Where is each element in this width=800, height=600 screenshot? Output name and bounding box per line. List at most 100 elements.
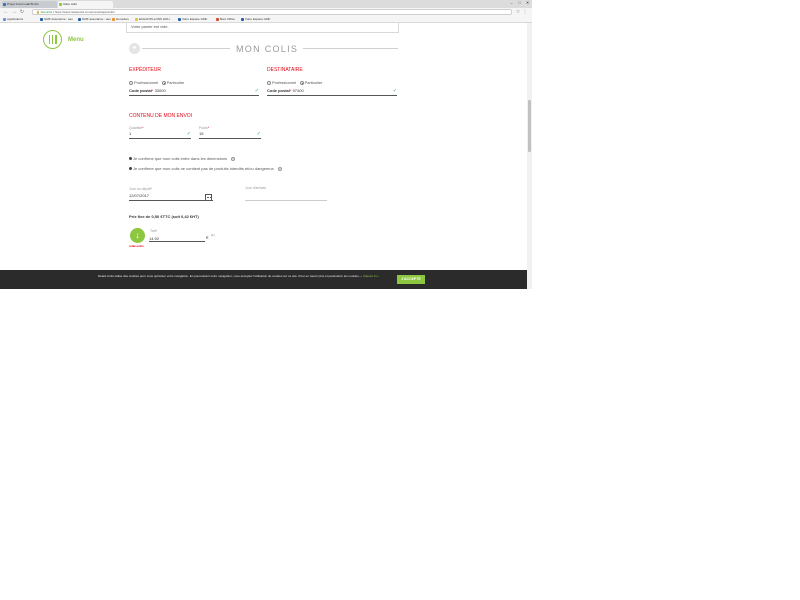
bookmark-label: Votre Espace GMF: [182, 17, 208, 21]
url-text: https://www.relaiscolis.com/envoi/etape/…: [54, 10, 115, 14]
expediteur-postal-field[interactable]: Code postal* 33000 ✓: [129, 88, 259, 96]
bookmark-label: Applications: [7, 17, 24, 21]
quantity-input[interactable]: 1 ✓: [129, 131, 191, 139]
valid-check-icon: ✓: [254, 88, 259, 94]
bookmark-item[interactable]: Buro Office: [216, 17, 235, 22]
tab-label: Votre colis: [63, 2, 77, 6]
cookie-text: Relais Colis utilise des cookies pour vo…: [98, 274, 394, 278]
forward-icon[interactable]: →: [11, 9, 17, 15]
bookmark-item[interactable]: Applications: [3, 17, 23, 22]
office-icon: [216, 18, 219, 21]
secure-label: Sécurisé: [40, 10, 53, 14]
accept-cookies-button[interactable]: J'ACCEPTE: [397, 275, 425, 284]
weight-input[interactable]: 15 ✓: [199, 131, 261, 139]
apps-icon: [3, 18, 6, 21]
folder-icon: [135, 18, 138, 21]
destinataire-type: Professionnel Particulier: [267, 80, 322, 85]
bookmark-label: Votre Espace GMF: [245, 17, 271, 21]
gmf-icon: [178, 18, 181, 21]
browser-window: Projet Intermodal Bi-Mo Votre colis – □ …: [0, 0, 532, 289]
radio-professionnel[interactable]: [129, 80, 133, 85]
tarif-value: 14.92: [149, 236, 160, 241]
scrollbar-thumb[interactable]: [528, 100, 531, 152]
contenu-heading: CONTENU DE MON ENVOI: [129, 113, 193, 119]
homebox-icon: [112, 18, 115, 21]
field-label: Code postal: [267, 88, 290, 93]
ack-dimensions[interactable]: Je confirme que mon colis entre dans les…: [129, 156, 236, 161]
menu-bars-icon: [49, 35, 51, 44]
gmf-icon: [78, 18, 81, 21]
reload-icon[interactable]: ↻: [19, 9, 25, 15]
cart-summary: Votre panier est vide.: [126, 23, 399, 33]
minimize-icon[interactable]: –: [508, 0, 515, 6]
menu-label[interactable]: Menu: [68, 37, 84, 43]
bookmark-label: GMF assurance : asu: [82, 17, 111, 21]
bookmark-item[interactable]: GMF Assurance : asu: [40, 17, 73, 22]
maximize-icon[interactable]: □: [516, 0, 523, 6]
divider: [303, 48, 398, 49]
bookmark-item[interactable]: Votre Espace GMF: [241, 17, 270, 22]
divider: [142, 48, 230, 49]
scrollbar[interactable]: [527, 23, 532, 289]
bookmark-item[interactable]: GMF assurance : asu: [78, 17, 111, 22]
tab-favicon-icon: [59, 3, 62, 6]
menu-bars-icon: [55, 35, 57, 44]
weight-label: Poids*: [199, 126, 210, 130]
quantity-label-text: Quantité: [129, 126, 143, 130]
browser-menu-icon[interactable]: ⋮: [522, 9, 528, 15]
radio-label: Professionnel: [272, 80, 297, 85]
radio-label: Particulier: [166, 80, 185, 85]
weight-label-text: Poids: [199, 126, 208, 130]
field-value: 15: [199, 131, 204, 136]
radio-label: Professionnel: [134, 80, 159, 85]
bookmark-label: GMF Assurance : asu: [44, 17, 73, 21]
bookmark-item[interactable]: Homebox: [112, 17, 129, 22]
bookmark-item[interactable]: Votre Espace GMF: [178, 17, 207, 22]
help-icon[interactable]: ?: [231, 157, 236, 161]
valid-check-icon: ✓: [392, 88, 397, 94]
radio-professionnel[interactable]: [267, 80, 271, 85]
price-line: Prix fixe de 0,50 €TTC (soit 0,42 €HT): [129, 214, 199, 219]
bookmark-star-icon[interactable]: ☆: [515, 9, 521, 15]
help-icon[interactable]: ?: [277, 167, 282, 171]
ack-contents[interactable]: Je confirme que mon colis ne contient pa…: [129, 166, 282, 171]
depot-date-label: Jour du dépôt*: [129, 187, 152, 191]
back-icon[interactable]: ←: [3, 9, 9, 15]
section-title: MON COLIS: [236, 44, 299, 54]
tab-bar: Projet Intermodal Bi-Mo Votre colis – □ …: [0, 0, 532, 8]
depot-date-input[interactable]: 12/07/2017: [129, 193, 213, 201]
tab-votre-colis[interactable]: Votre colis: [58, 1, 113, 8]
tarif-field: 14.92: [149, 233, 205, 242]
cookie-message: Relais Colis utilise des cookies pour vo…: [98, 274, 360, 278]
valid-check-icon: ✓: [186, 131, 191, 137]
field-value: 12/07/2017: [129, 193, 150, 198]
field-label: Code postal: [129, 88, 152, 93]
parcel-icon: ✦: [129, 43, 140, 54]
radio-particulier[interactable]: [299, 80, 304, 85]
close-icon[interactable]: ✕: [524, 0, 531, 6]
address-bar: ← → ↻ 🔒 Sécurisé | https://www.relaiscol…: [0, 8, 532, 16]
cart-summary-text: Votre panier est vide.: [131, 24, 169, 29]
expediteur-heading: EXPÉDITEUR: [129, 67, 161, 73]
field-value: 33000: [154, 88, 166, 93]
page-content: [0, 23, 532, 289]
expediteur-type: Professionnel Particulier: [129, 80, 184, 85]
bookmark-item[interactable]: ECHANTILLONS HOH: [135, 17, 170, 22]
radio-particulier[interactable]: [161, 80, 166, 85]
bookmark-label: ECHANTILLONS HOH: [139, 17, 170, 21]
field-value: 1: [129, 131, 132, 136]
checked-radio-icon: [129, 167, 132, 170]
cookie-more-link[interactable]: « Cliquez ici »: [360, 274, 379, 278]
destinataire-heading: DESTINATAIRE: [267, 67, 303, 73]
url-input[interactable]: 🔒 Sécurisé | https://www.relaiscolis.com…: [32, 9, 512, 15]
calendar-icon[interactable]: [205, 194, 212, 201]
tab-projet-intermodal[interactable]: Projet Intermodal Bi-Mo: [2, 1, 57, 8]
currency-note: (1): [211, 233, 215, 237]
lock-icon: 🔒: [36, 10, 40, 14]
ack-label: Je confirme que mon colis entre dans les…: [133, 156, 228, 161]
destinataire-postal-field[interactable]: Code postal* 97400 ✓: [267, 88, 397, 96]
menu-button[interactable]: [43, 30, 62, 49]
logo-text: relaiscolis: [129, 244, 144, 248]
depot-date-label-text: Jour du dépôt: [129, 187, 151, 191]
relais-colis-logo: ↓: [130, 228, 145, 243]
